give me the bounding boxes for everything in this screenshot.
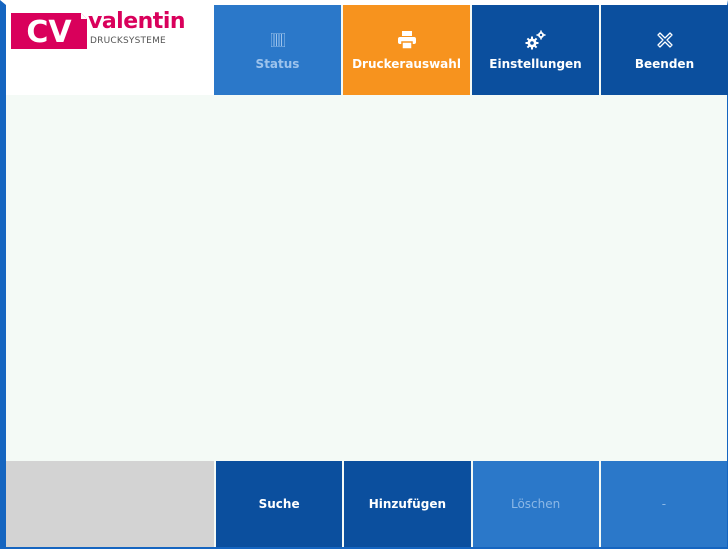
logo-badge-text: CV xyxy=(26,15,72,49)
tab-status[interactable]: Status xyxy=(214,5,341,95)
search-button[interactable]: Suche xyxy=(216,461,343,547)
placeholder-button[interactable]: - xyxy=(600,461,727,547)
logo: CV valentin DRUCKSYSTEME xyxy=(6,5,214,95)
bottom-toolbar: Suche Hinzufügen Löschen - xyxy=(6,461,727,547)
tab-exit-label: Beenden xyxy=(634,57,695,71)
status-bars-icon xyxy=(270,29,285,51)
add-button-label: Hinzufügen xyxy=(368,497,446,511)
tab-printer-selection[interactable]: Druckerauswahl xyxy=(343,5,470,95)
close-icon xyxy=(656,29,673,51)
delete-button[interactable]: Löschen xyxy=(472,461,599,547)
tab-status-label: Status xyxy=(255,57,300,71)
cv-logo-badge: CV xyxy=(11,13,87,49)
add-button[interactable]: Hinzufügen xyxy=(344,461,471,547)
placeholder-button-label: - xyxy=(661,497,667,511)
tab-exit[interactable]: Beenden xyxy=(601,5,728,95)
logo-name: valentin xyxy=(88,9,186,34)
logo-subtitle: DRUCKSYSTEME xyxy=(90,36,166,46)
delete-button-label: Löschen xyxy=(510,497,561,511)
top-navigation: Status Druckerauswahl Einstellungen Been… xyxy=(214,5,728,95)
search-button-label: Suche xyxy=(258,497,300,511)
tab-settings[interactable]: Einstellungen xyxy=(472,5,599,95)
gears-icon xyxy=(525,29,547,51)
tab-settings-label: Einstellungen xyxy=(489,57,582,71)
printer-icon xyxy=(397,29,417,51)
bottom-left-panel xyxy=(6,461,214,547)
tab-printer-selection-label: Druckerauswahl xyxy=(352,57,461,71)
